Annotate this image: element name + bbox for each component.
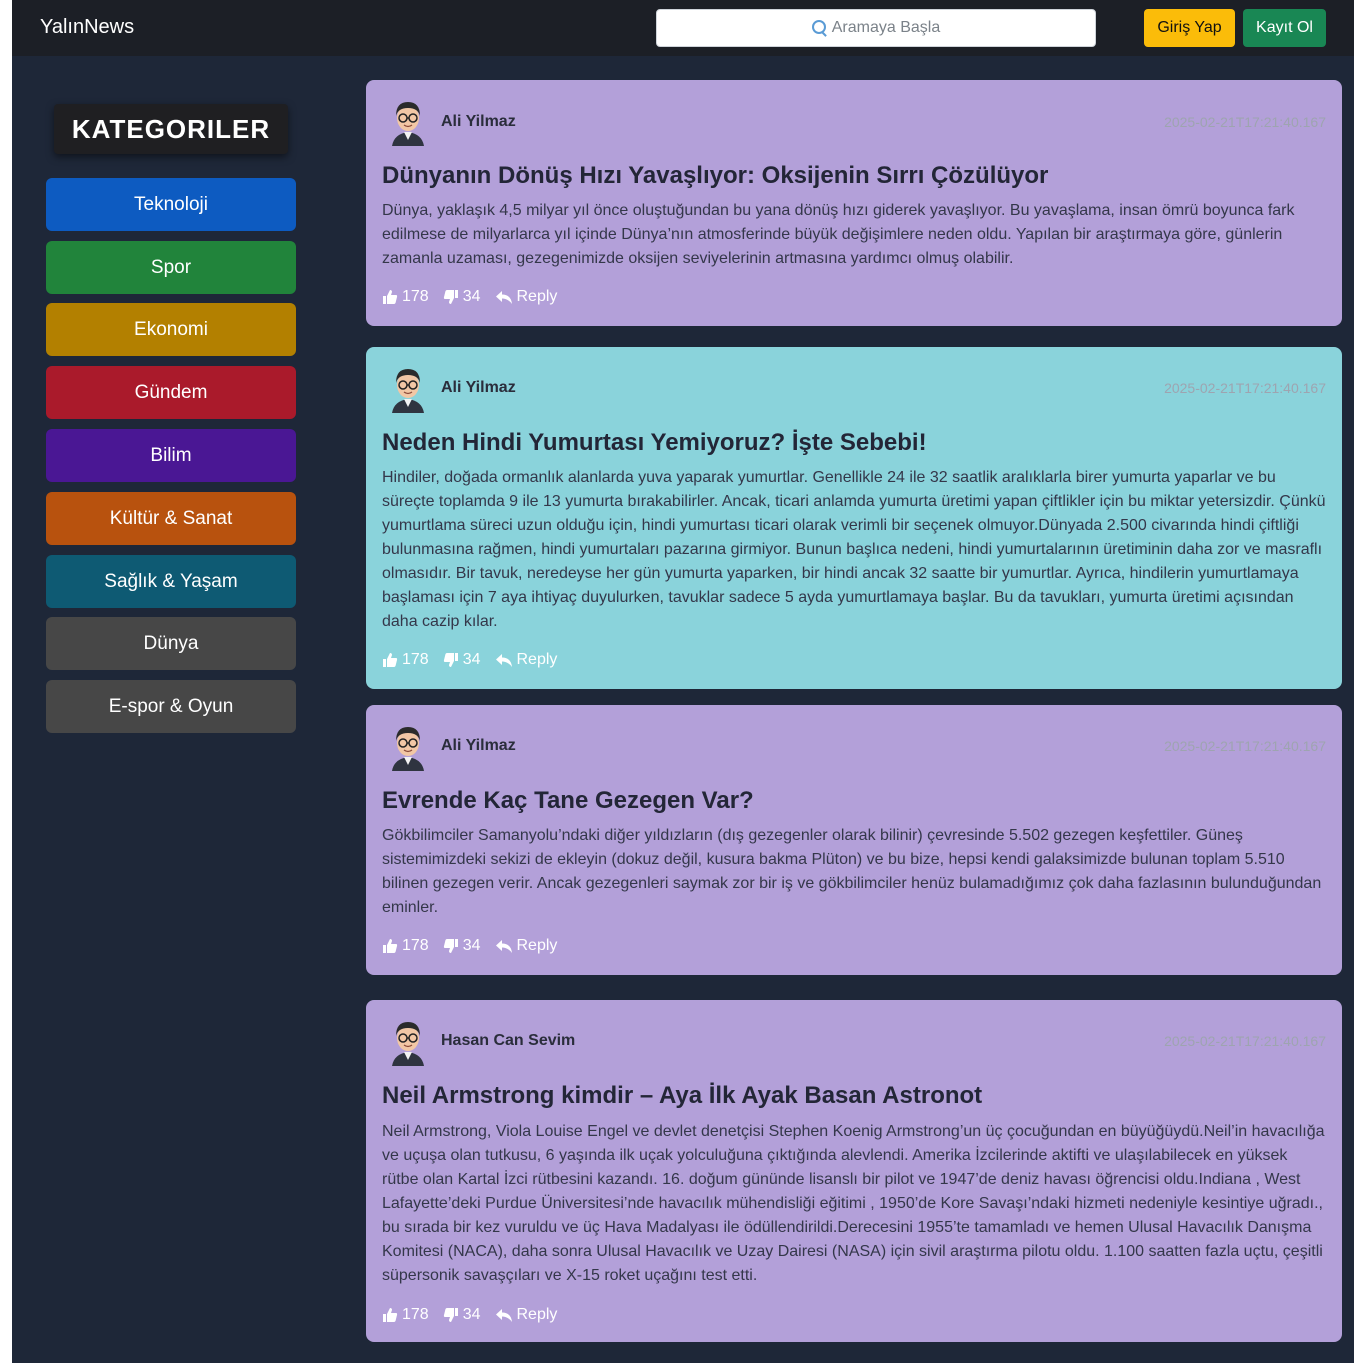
brand-logo[interactable]: YalınNews bbox=[40, 16, 134, 39]
reply-icon bbox=[495, 940, 512, 953]
post-author[interactable]: Ali Yilmaz bbox=[441, 379, 516, 397]
category-kultur-sanat[interactable]: Kültür & Sanat bbox=[46, 492, 296, 545]
post-title[interactable]: Evrende Kaç Tane Gezegen Var? bbox=[382, 787, 1326, 815]
reply-icon bbox=[495, 1309, 512, 1322]
dislike-button[interactable]: 34 bbox=[443, 1306, 481, 1324]
dislike-count: 34 bbox=[462, 651, 481, 668]
post-title[interactable]: Dünyanın Dönüş Hızı Yavaşlıyor: Oksijeni… bbox=[382, 162, 1326, 190]
dislike-button[interactable]: 34 bbox=[443, 937, 481, 955]
category-saglik-yasam[interactable]: Sağlık & Yaşam bbox=[46, 555, 296, 608]
thumbs-up-icon bbox=[383, 653, 398, 667]
thumbs-up-icon bbox=[383, 290, 398, 304]
post-actions: 178 34 Reply bbox=[382, 651, 571, 669]
thumbs-up-icon bbox=[383, 1308, 398, 1322]
category-spor[interactable]: Spor bbox=[46, 241, 296, 294]
thumbs-down-icon bbox=[443, 939, 458, 953]
reply-button[interactable]: Reply bbox=[495, 1306, 558, 1324]
reply-label: Reply bbox=[516, 1306, 558, 1323]
dislike-button[interactable]: 34 bbox=[443, 651, 481, 669]
post-body: Hindiler, doğada ormanlık alanlarda yuva… bbox=[382, 469, 1326, 630]
dislike-count: 34 bbox=[462, 937, 481, 954]
reply-label: Reply bbox=[516, 651, 558, 668]
post-timestamp: 2025-02-21T17:21:40.167 bbox=[1164, 114, 1326, 130]
dislike-count: 34 bbox=[462, 1306, 481, 1323]
thumbs-down-icon bbox=[443, 1308, 458, 1322]
category-dunya[interactable]: Dünya bbox=[46, 617, 296, 670]
category-ekonomi[interactable]: Ekonomi bbox=[46, 303, 296, 356]
reply-button[interactable]: Reply bbox=[495, 937, 558, 955]
post-actions: 178 34 Reply bbox=[382, 1306, 571, 1324]
avatar bbox=[392, 727, 424, 771]
dislike-count: 34 bbox=[462, 288, 481, 305]
search-placeholder: Aramaya Başla bbox=[831, 19, 941, 36]
like-button[interactable]: 178 bbox=[382, 1306, 429, 1324]
like-count: 178 bbox=[402, 651, 429, 668]
categories-title: KATEGORILER bbox=[54, 104, 288, 154]
reply-button[interactable]: Reply bbox=[495, 651, 558, 669]
post-timestamp: 2025-02-21T17:21:40.167 bbox=[1164, 738, 1326, 754]
like-count: 178 bbox=[402, 288, 429, 305]
navbar: YalınNews Aramaya Başla Giriş Yap Kayıt … bbox=[12, 0, 1354, 56]
post-timestamp: 2025-02-21T17:21:40.167 bbox=[1164, 1033, 1326, 1049]
post-author[interactable]: Ali Yilmaz bbox=[441, 113, 516, 131]
page: YalınNews Aramaya Başla Giriş Yap Kayıt … bbox=[12, 0, 1354, 1363]
post-title[interactable]: Neil Armstrong kimdir – Aya İlk Ayak Bas… bbox=[382, 1082, 1326, 1110]
post-body: Neil Armstrong, Viola Louise Engel ve de… bbox=[382, 1123, 1325, 1284]
like-count: 178 bbox=[402, 937, 429, 954]
like-count: 178 bbox=[402, 1306, 429, 1323]
avatar bbox=[392, 1022, 424, 1066]
reply-icon bbox=[495, 291, 512, 304]
post-card: Hasan Can Sevim 2025-02-21T17:21:40.167 … bbox=[366, 1000, 1342, 1342]
avatar bbox=[392, 102, 424, 146]
post-card: Ali Yilmaz 2025-02-21T17:21:40.167 Neden… bbox=[366, 347, 1342, 689]
category-gundem[interactable]: Gündem bbox=[46, 366, 296, 419]
post-author[interactable]: Ali Yilmaz bbox=[441, 737, 516, 755]
reply-button[interactable]: Reply bbox=[495, 288, 558, 306]
post-card: Ali Yilmaz 2025-02-21T17:21:40.167 Dünya… bbox=[366, 80, 1342, 326]
dislike-button[interactable]: 34 bbox=[443, 288, 481, 306]
reply-label: Reply bbox=[516, 937, 558, 954]
post-actions: 178 34 Reply bbox=[382, 288, 571, 306]
post-author[interactable]: Hasan Can Sevim bbox=[441, 1032, 575, 1050]
reply-icon bbox=[495, 654, 512, 667]
reply-label: Reply bbox=[516, 288, 558, 305]
thumbs-down-icon bbox=[443, 653, 458, 667]
post-timestamp: 2025-02-21T17:21:40.167 bbox=[1164, 380, 1326, 396]
post-title[interactable]: Neden Hindi Yumurtası Yemiyoruz? İşte Se… bbox=[382, 429, 1326, 457]
register-button[interactable]: Kayıt Ol bbox=[1243, 9, 1326, 47]
avatar bbox=[392, 369, 424, 413]
post-body: Dünya, yaklaşık 4,5 milyar yıl önce oluş… bbox=[382, 202, 1295, 267]
thumbs-up-icon bbox=[383, 939, 398, 953]
search-icon bbox=[811, 20, 826, 34]
login-button[interactable]: Giriş Yap bbox=[1144, 9, 1235, 47]
thumbs-down-icon bbox=[443, 290, 458, 304]
post-card: Ali Yilmaz 2025-02-21T17:21:40.167 Evren… bbox=[366, 705, 1342, 975]
like-button[interactable]: 178 bbox=[382, 651, 429, 669]
category-bilim[interactable]: Bilim bbox=[46, 429, 296, 482]
category-espor-oyun[interactable]: E-spor & Oyun bbox=[46, 680, 296, 733]
post-actions: 178 34 Reply bbox=[382, 937, 571, 955]
like-button[interactable]: 178 bbox=[382, 937, 429, 955]
search-input[interactable]: Aramaya Başla bbox=[656, 9, 1096, 47]
like-button[interactable]: 178 bbox=[382, 288, 429, 306]
category-teknoloji[interactable]: Teknoloji bbox=[46, 178, 296, 231]
post-body: Gökbilimciler Samanyolu’ndaki diğer yıld… bbox=[382, 827, 1322, 916]
